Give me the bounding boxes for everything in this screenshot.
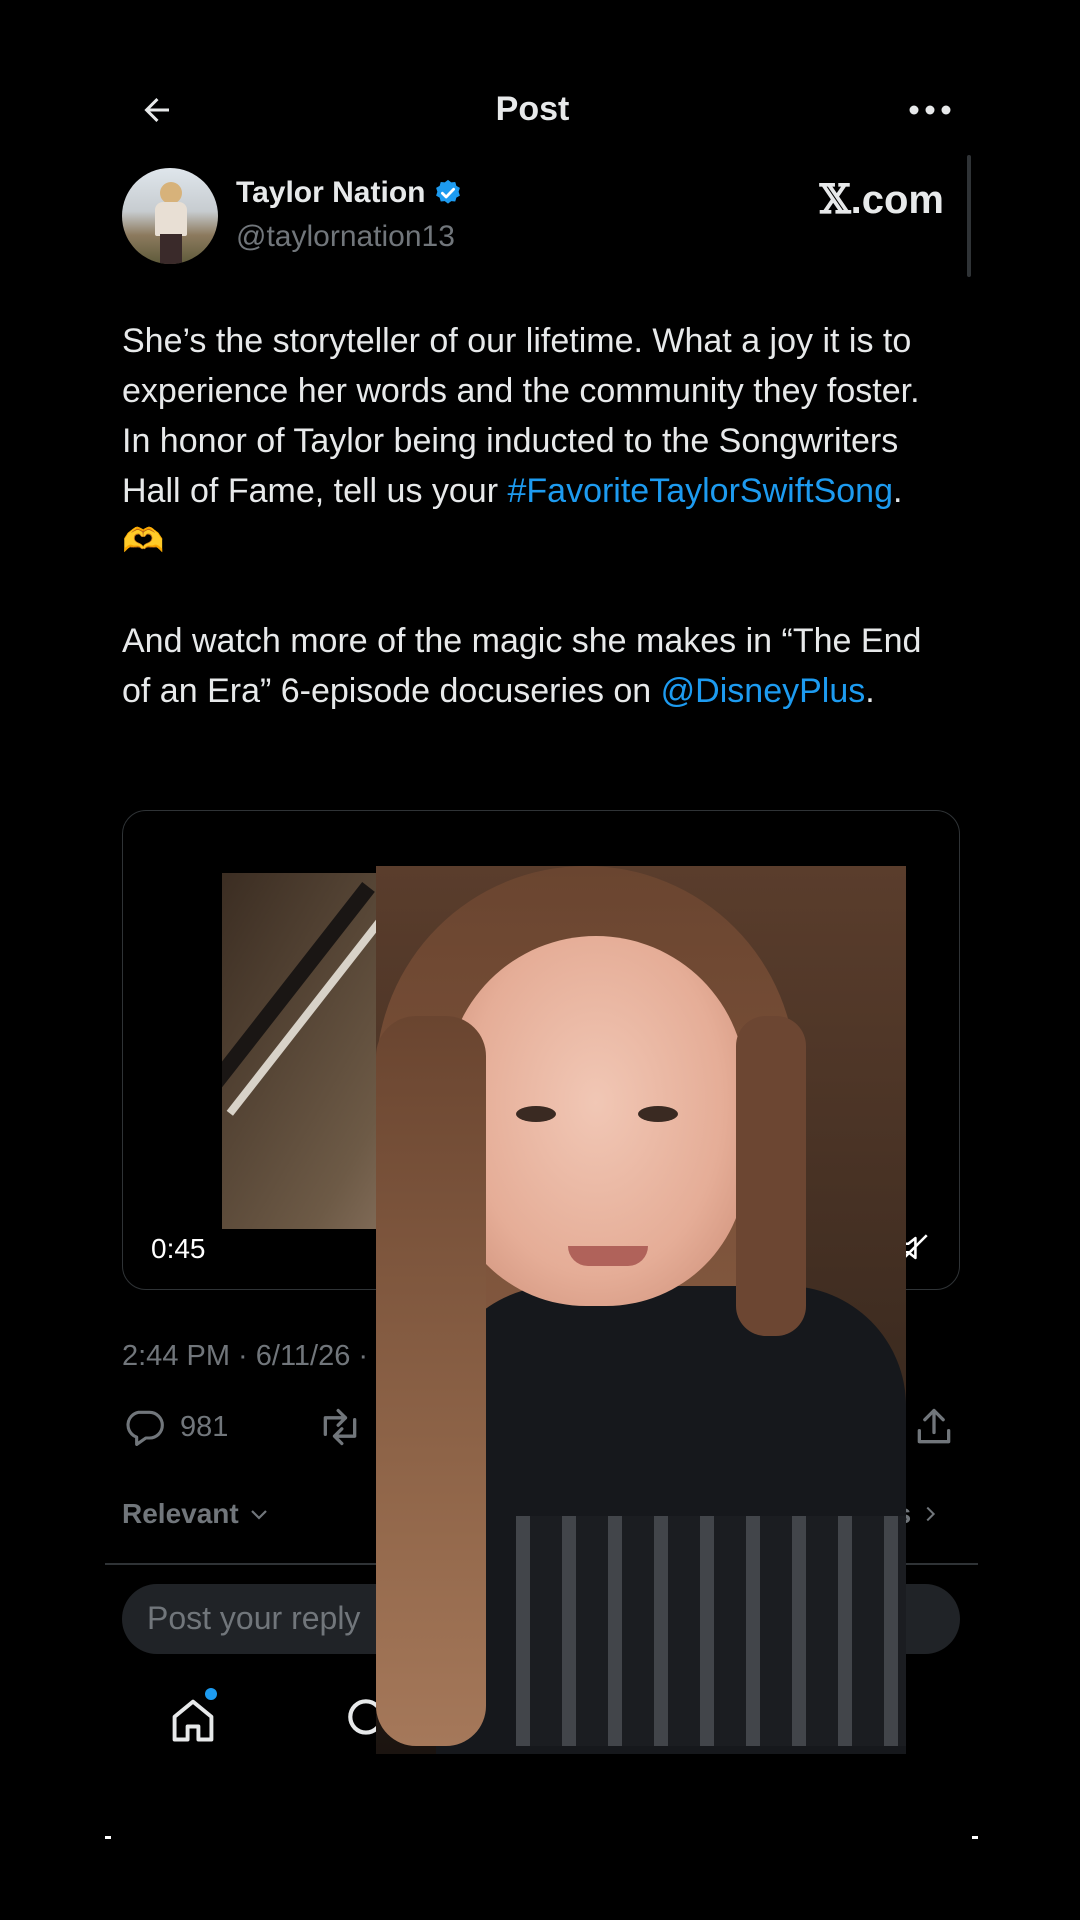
avatar[interactable] (122, 168, 218, 264)
video-mic-stand (222, 881, 375, 1145)
overlay-mouth (568, 1246, 648, 1266)
reply-icon (126, 1410, 164, 1446)
more-button[interactable] (900, 88, 960, 132)
avatar-hair (160, 182, 182, 204)
repost-icon (323, 1408, 357, 1446)
replies-sort-dropdown[interactable]: Relevant (122, 1498, 271, 1530)
screen-corner-left (105, 1836, 111, 1839)
repost-button[interactable] (316, 1405, 364, 1449)
arrow-left-icon (144, 98, 169, 122)
post-paragraph-2: And watch more of the magic she makes in… (122, 616, 952, 716)
scrollbar[interactable] (967, 155, 971, 277)
x-logo: 𝕏 (819, 176, 851, 223)
author-handle[interactable]: @taylornation13 (236, 220, 455, 254)
overlay-eye-right (638, 1106, 678, 1122)
reply-button[interactable]: 981 (122, 1405, 228, 1449)
camera-overlay (376, 866, 906, 1754)
screen: Post Taylor Nation @taylornation13 𝕏.com… (0, 0, 1080, 1920)
page-title: Post (495, 90, 570, 128)
post-text: She’s the storyteller of our lifetime. W… (122, 316, 952, 766)
screen-corner-right (972, 1836, 978, 1839)
post-text-2-end: . (865, 672, 875, 710)
back-button[interactable] (135, 88, 179, 132)
notification-dot (205, 1688, 217, 1700)
header: Post (105, 80, 960, 140)
reply-placeholder: Post your reply (147, 1600, 361, 1636)
home-icon[interactable] (167, 1694, 219, 1746)
overlay-hair-left (376, 1016, 486, 1746)
x-domain: .com (850, 178, 944, 222)
mention-link[interactable]: @DisneyPlus (661, 672, 866, 710)
reply-count: 981 (180, 1410, 229, 1443)
overlay-hair-right (736, 1016, 806, 1336)
share-icon (917, 1408, 951, 1444)
avatar-legs (160, 234, 182, 264)
post-paragraph-1: She’s the storyteller of our lifetime. W… (122, 316, 952, 566)
post-timestamp: 2:44 PM · 6/11/26 · (122, 1340, 369, 1372)
hashtag-link[interactable]: #FavoriteTaylorSwiftSong (507, 472, 893, 510)
video-duration: 0:45 (151, 1233, 206, 1264)
avatar-jacket (155, 202, 187, 236)
share-button[interactable] (912, 1405, 956, 1449)
x-watermark: 𝕏.com (820, 176, 944, 223)
chevron-down-icon (250, 1510, 267, 1520)
more-horizontal-icon (909, 105, 951, 115)
overlay-eye-left (516, 1106, 556, 1122)
chevron-right-icon (926, 1506, 936, 1522)
author-name-row[interactable]: Taylor Nation (236, 176, 463, 210)
verified-badge-icon (436, 179, 461, 204)
overlay-shirt-print (516, 1516, 906, 1746)
author-name: Taylor Nation (236, 176, 426, 209)
replies-sort-label: Relevant (122, 1498, 239, 1529)
